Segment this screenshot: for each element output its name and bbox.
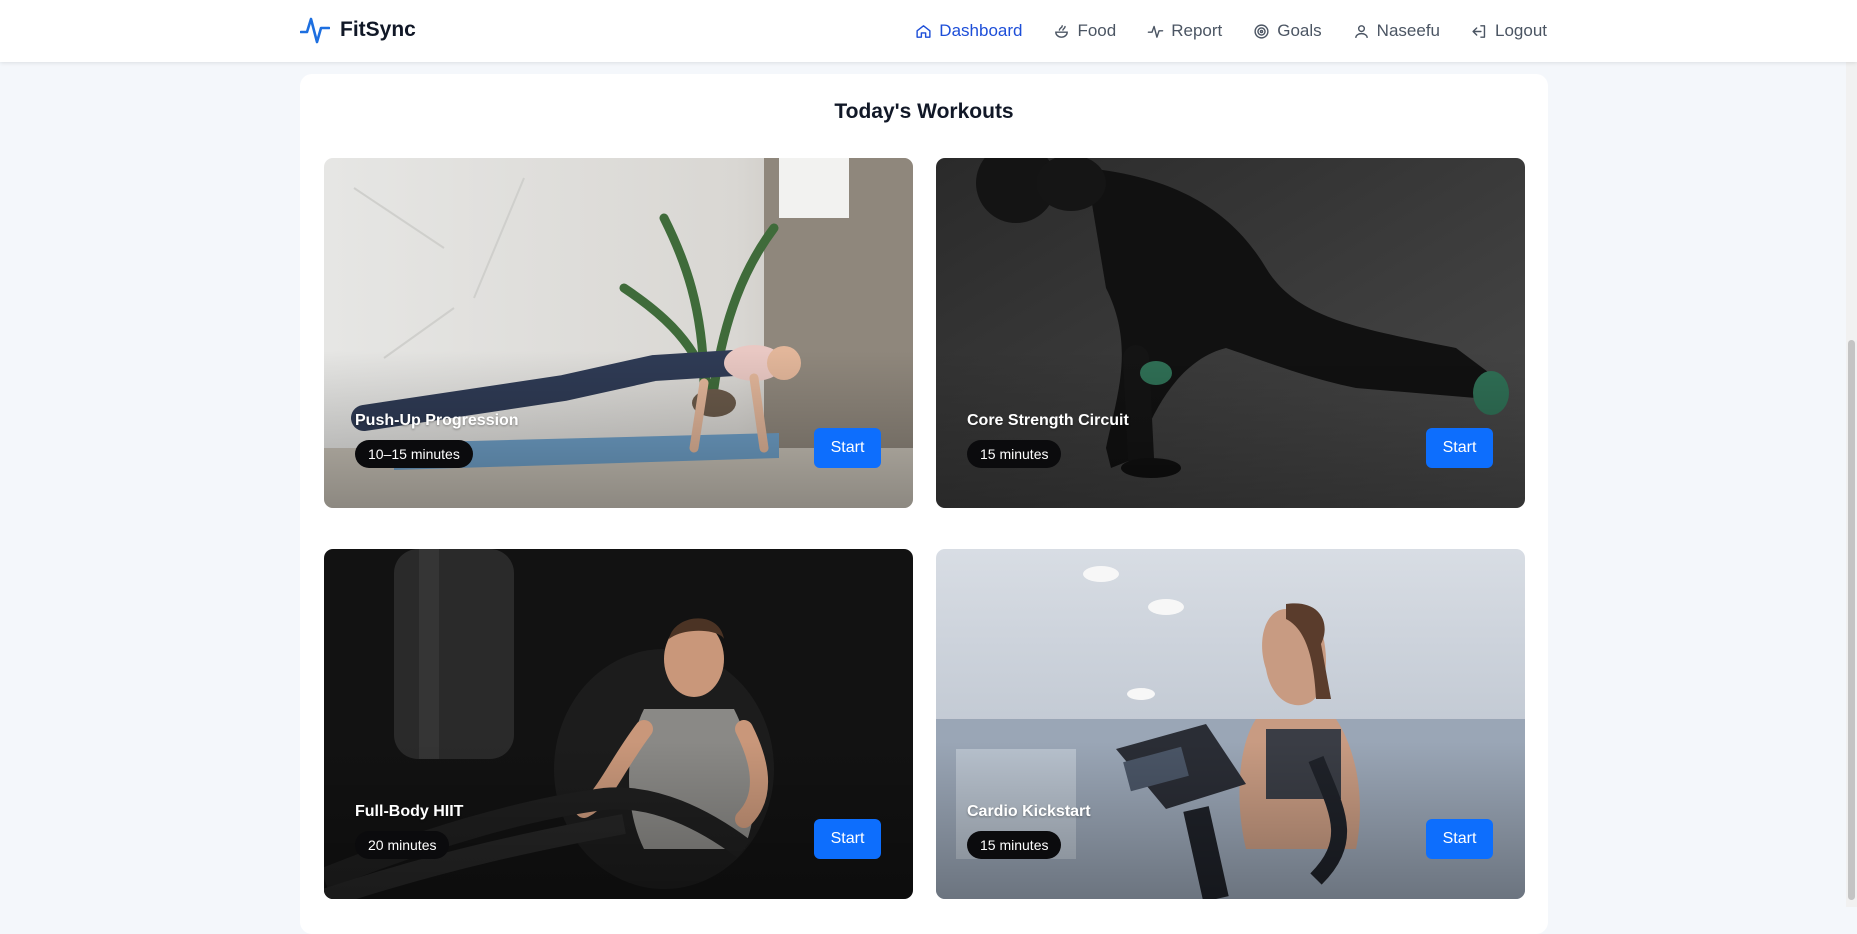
workout-card: Cardio Kickstart 15 minutes Start [936, 549, 1525, 899]
duration-badge: 15 minutes [967, 440, 1062, 468]
workouts-panel: Today's Workouts Push-Up Progression 10–… [300, 74, 1548, 934]
nav-item-dashboard[interactable]: Dashboard [915, 21, 1022, 41]
brand-name: FitSync [340, 18, 416, 41]
pulse-logo-icon [300, 17, 330, 44]
brand-logo[interactable]: FitSync [300, 14, 416, 46]
workout-title: Push-Up Progression [355, 412, 519, 429]
workout-title: Full-Body HIIT [355, 803, 464, 820]
start-button[interactable]: Start [814, 819, 881, 859]
activity-icon [1147, 25, 1164, 38]
nav-label: Goals [1277, 21, 1322, 40]
nav-label: Naseefu [1376, 21, 1440, 40]
section-title: Today's Workouts [834, 100, 1014, 123]
workout-card: Core Strength Circuit 15 minutes Start [936, 158, 1525, 508]
logout-icon [1472, 24, 1486, 38]
duration-badge: 15 minutes [967, 831, 1062, 859]
workout-title: Cardio Kickstart [967, 803, 1091, 820]
food-icon [1055, 24, 1069, 38]
target-icon [1254, 23, 1269, 39]
duration-badge: 10–15 minutes [355, 440, 473, 468]
nav-label: Food [1077, 21, 1117, 40]
start-button[interactable]: Start [1426, 819, 1493, 859]
nav-item-profile[interactable]: Naseefu [1353, 21, 1440, 41]
workout-card: Full-Body HIIT 20 minutes Start [324, 549, 913, 899]
nav-label: Dashboard [939, 21, 1023, 40]
nav-item-food[interactable]: Food [1053, 21, 1116, 41]
nav-label: Report [1171, 21, 1223, 40]
duration-badge: 20 minutes [355, 831, 450, 859]
workout-title: Core Strength Circuit [967, 412, 1129, 429]
nav-item-logout[interactable]: Logout [1471, 21, 1547, 41]
nav-label: Logout [1495, 21, 1547, 40]
user-icon [1354, 24, 1368, 38]
top-navbar: FitSync Dashboard Food Report Goals Nase… [0, 0, 1857, 62]
home-icon [916, 24, 931, 38]
nav-item-report[interactable]: Report [1147, 21, 1222, 41]
page-scrollbar[interactable] [1846, 0, 1857, 907]
workout-card: Push-Up Progression 10–15 minutes Start [324, 158, 913, 508]
nav-item-goals[interactable]: Goals [1253, 21, 1322, 41]
main-nav: Dashboard Food Report Goals Naseefu Logo… [915, 18, 1547, 44]
start-button[interactable]: Start [814, 428, 881, 468]
scrollbar-thumb[interactable] [1848, 340, 1855, 900]
start-button[interactable]: Start [1426, 428, 1493, 468]
